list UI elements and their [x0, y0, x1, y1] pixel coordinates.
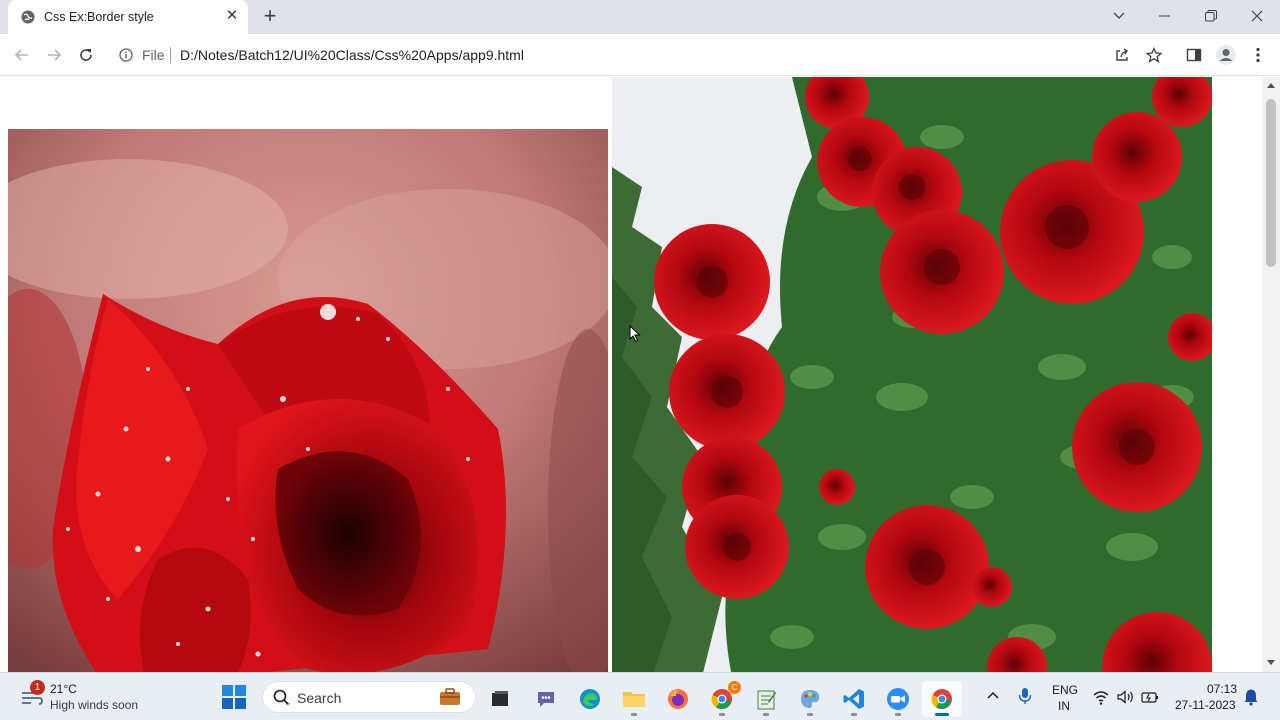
- tab-title: Css Ex:Border style: [44, 10, 154, 24]
- url-text[interactable]: D:/Notes/Batch12/UI%20Class/Css%20Apps/a…: [180, 47, 524, 63]
- taskbar: 1 21°C High winds soon Search C ENG IN 0…: [0, 672, 1280, 720]
- running-indicator: [895, 713, 901, 716]
- profile-avatar-icon[interactable]: [1214, 43, 1238, 67]
- taskbar-app-file-manager[interactable]: [614, 681, 654, 717]
- page-viewport: [0, 77, 1262, 672]
- vertical-scrollbar[interactable]: [1262, 77, 1280, 672]
- taskbar-app-edge[interactable]: [570, 681, 610, 717]
- bookmark-star-icon[interactable]: [1142, 43, 1166, 67]
- scroll-up-arrow-icon[interactable]: [1267, 83, 1275, 88]
- rose-dew-image: [8, 129, 608, 672]
- browser-toolbar: File D:/Notes/Batch12/UI%20Class/Css%20A…: [0, 34, 1280, 76]
- scroll-thumb[interactable]: [1266, 99, 1276, 267]
- running-indicator: [631, 713, 637, 716]
- taskbar-app-paint[interactable]: [790, 681, 830, 717]
- clock-date[interactable]: 27-11-2023: [1175, 698, 1236, 712]
- site-info-icon[interactable]: [119, 48, 133, 62]
- back-icon[interactable]: [10, 43, 34, 67]
- running-indicator: [763, 713, 769, 716]
- task-view-icon: [492, 691, 508, 706]
- restore-icon[interactable]: [1193, 4, 1229, 28]
- side-panel-icon[interactable]: [1182, 43, 1206, 67]
- active-indicator: [935, 713, 949, 716]
- globe-icon: [21, 10, 35, 24]
- taskbar-app-vscode[interactable]: [834, 681, 874, 717]
- rose-bush-image: [612, 77, 1212, 672]
- mouse-pointer-icon: [629, 325, 641, 343]
- notepad-icon: [757, 690, 776, 710]
- running-indicator: [719, 713, 725, 716]
- chrome-icon: [931, 689, 952, 709]
- weather-description: High winds soon: [50, 698, 139, 712]
- search-placeholder: Search: [297, 690, 342, 706]
- search-icon: [273, 689, 290, 706]
- taskbar-app-firefox[interactable]: [658, 681, 698, 717]
- wifi-volume-battery-icon[interactable]: [1092, 688, 1160, 706]
- tab-active[interactable]: Css Ex:Border style ✕: [8, 0, 248, 34]
- reload-icon[interactable]: [74, 43, 98, 67]
- running-indicator: [807, 713, 813, 716]
- input-language[interactable]: ENG: [1052, 683, 1078, 697]
- forward-icon[interactable]: [42, 43, 66, 67]
- search-highlight-icon: [440, 688, 460, 705]
- taskbar-app-file-explorer-dark[interactable]: [480, 681, 520, 717]
- close-window-icon[interactable]: [1239, 4, 1275, 28]
- clock-time[interactable]: 07:13: [1207, 682, 1237, 696]
- edge-icon: [580, 689, 600, 709]
- taskbar-app-chrome-profile[interactable]: C: [702, 681, 742, 717]
- microphone-icon[interactable]: [1016, 687, 1034, 705]
- chevron-up-icon[interactable]: [986, 689, 1000, 703]
- running-indicator: [851, 713, 857, 716]
- taskbar-app-chrome-active[interactable]: [922, 681, 962, 717]
- address-separator: [170, 47, 171, 63]
- minimize-icon[interactable]: [1147, 4, 1183, 28]
- profile-badge: C: [728, 681, 741, 694]
- address-bar[interactable]: File D:/Notes/Batch12/UI%20Class/Css%20A…: [110, 39, 1162, 71]
- taskbar-app-zoom[interactable]: [878, 681, 918, 717]
- firefox-icon: [668, 689, 688, 709]
- chat-icon: [538, 692, 554, 707]
- zoom-icon: [887, 688, 909, 710]
- new-tab-button[interactable]: +: [258, 5, 282, 29]
- menu-kebab-icon[interactable]: [1246, 43, 1270, 67]
- weather-alert-badge: 1: [30, 680, 45, 695]
- windows-start-icon[interactable]: [222, 685, 246, 709]
- taskbar-app-teams[interactable]: [526, 681, 566, 717]
- vscode-icon: [843, 689, 864, 709]
- share-icon[interactable]: [1110, 43, 1134, 67]
- close-tab-icon[interactable]: ✕: [224, 8, 240, 24]
- tab-strip: Css Ex:Border style ✕ +: [0, 0, 1280, 34]
- folder-icon: [623, 692, 645, 707]
- tab-search-icon[interactable]: [1101, 4, 1137, 28]
- taskbar-search-box[interactable]: Search: [262, 681, 476, 713]
- url-scheme-label: File: [142, 47, 165, 63]
- weather-temperature: 21°C: [50, 682, 77, 696]
- notification-bell-icon[interactable]: [1243, 688, 1259, 706]
- scroll-down-arrow-icon[interactable]: [1267, 660, 1275, 665]
- paint-palette-icon: [801, 690, 820, 708]
- taskbar-app-notepad[interactable]: [746, 681, 786, 717]
- input-region[interactable]: IN: [1058, 699, 1070, 713]
